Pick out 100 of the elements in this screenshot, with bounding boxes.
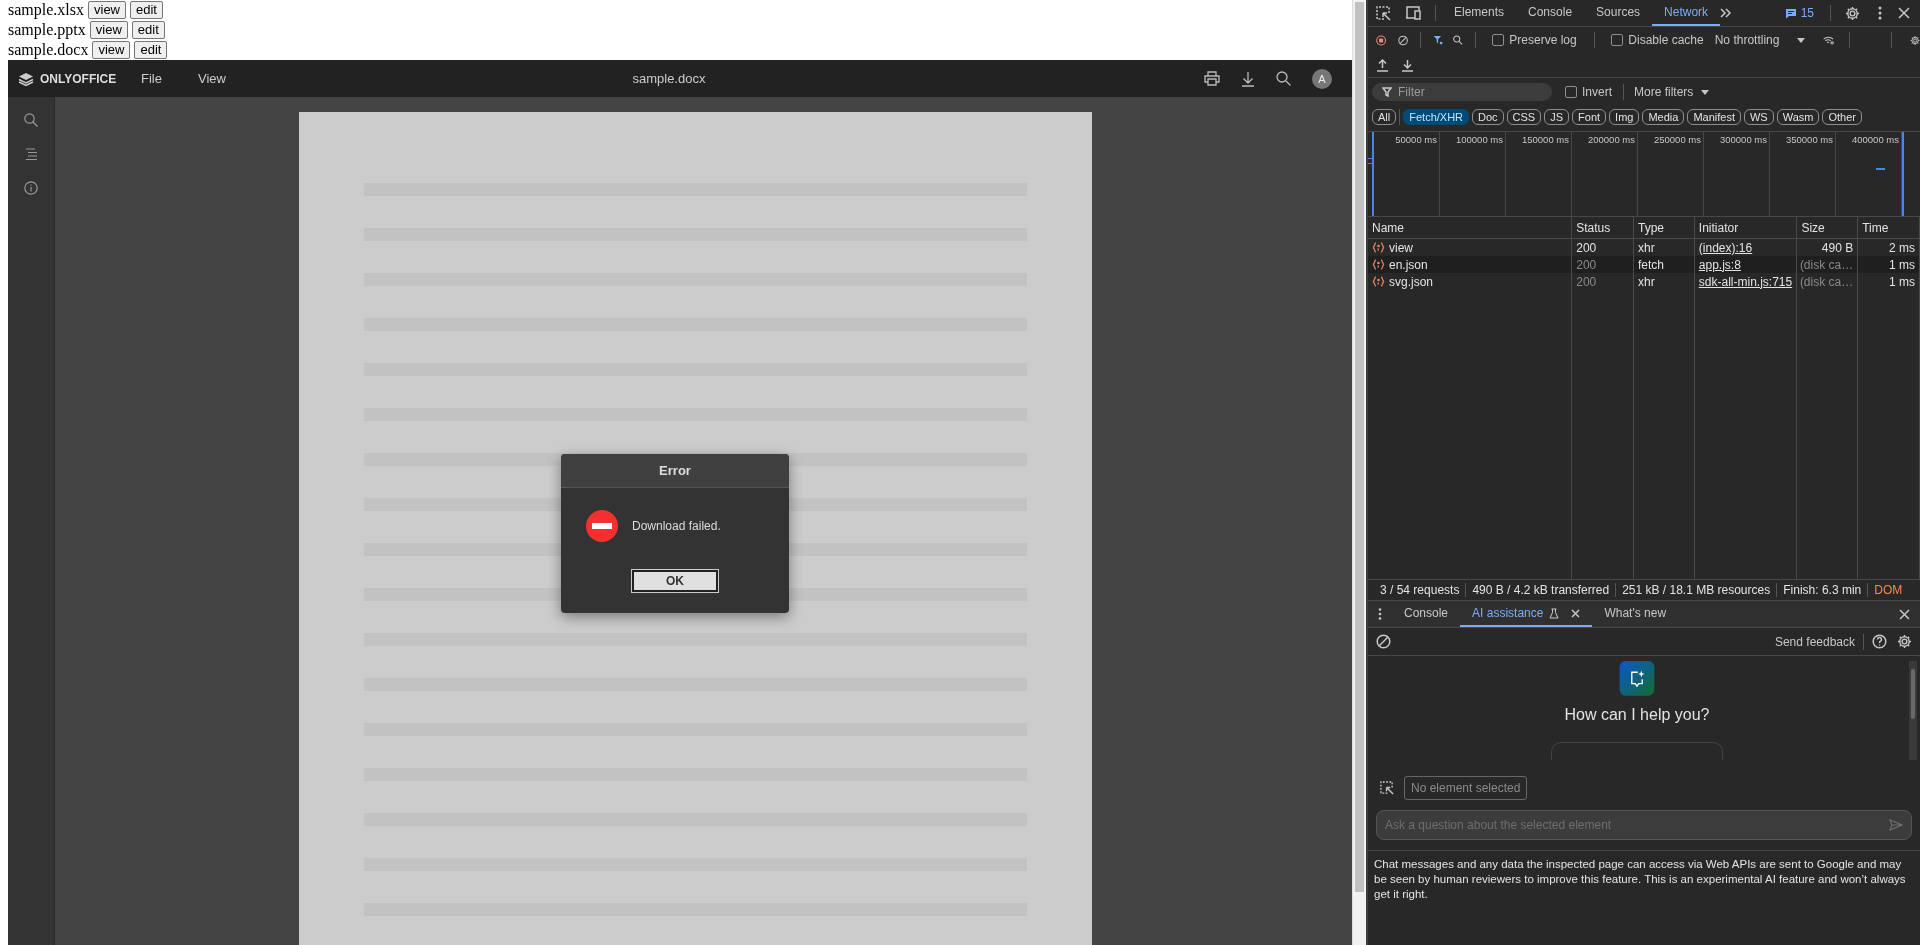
ok-button[interactable]: OK <box>632 570 718 592</box>
clear-icon[interactable] <box>1376 634 1391 649</box>
filter-funnel-icon[interactable] <box>1433 33 1444 47</box>
file-action-button[interactable]: view <box>88 1 126 19</box>
file-name: sample.xlsx <box>8 1 84 19</box>
ai-assistant-logo-icon <box>1617 661 1657 696</box>
timeline-tick-label: 350000 ms <box>1786 134 1833 145</box>
element-picker-icon[interactable] <box>1380 781 1394 795</box>
type-filter-chip[interactable]: Doc <box>1472 109 1504 125</box>
upload-icon[interactable] <box>1376 58 1389 72</box>
file-action-button[interactable]: edit <box>134 41 168 59</box>
size-cell: (disk ca… <box>1797 273 1859 290</box>
type-filter-chip[interactable]: Img <box>1609 109 1640 125</box>
search-icon[interactable] <box>1453 33 1463 47</box>
drawer-tab[interactable]: Console <box>1392 601 1461 627</box>
json-braces-icon <box>1372 276 1385 287</box>
download-icon[interactable] <box>1241 70 1255 87</box>
type-cell: xhr <box>1634 273 1695 290</box>
scrollbar[interactable] <box>1909 661 1917 760</box>
timeline-tick-label: 200000 ms <box>1588 134 1635 145</box>
file-name: sample.pptx <box>8 21 86 39</box>
checkbox[interactable] <box>1492 34 1505 46</box>
timeline-tick-label: 100000 ms <box>1456 134 1503 145</box>
checkbox-label[interactable]: Invert <box>1582 85 1612 99</box>
file-name: sample.docx <box>8 41 89 59</box>
timeline-tick-label: 300000 ms <box>1720 134 1767 145</box>
initiator-link[interactable]: sdk-all-min.js:715 <box>1698 274 1793 289</box>
drawer-tab[interactable]: AI assistance <box>1460 601 1593 627</box>
message-icon[interactable] <box>1784 7 1797 19</box>
dropdown-caret-icon <box>1797 37 1806 43</box>
kebab-menu-icon[interactable] <box>1378 608 1382 620</box>
json-braces-icon <box>1372 259 1385 270</box>
checkbox-label[interactable]: Disable cache <box>1628 33 1704 47</box>
close-icon[interactable] <box>1898 7 1910 19</box>
checkbox[interactable] <box>1611 34 1624 46</box>
settings-icon[interactable] <box>1845 5 1860 21</box>
type-filter-chip[interactable]: Manifest <box>1687 109 1741 125</box>
timeline-tick-label: 50000 ms <box>1395 134 1437 145</box>
time-cell: 1 ms <box>1858 273 1920 290</box>
dialog-message: Download failed. <box>632 519 721 533</box>
app-logo: ONLYOFFICE <box>40 71 117 86</box>
dialog-title: Error <box>659 463 691 478</box>
menu-item[interactable]: View <box>189 71 234 86</box>
more-tabs-chevron-icon[interactable] <box>1720 8 1733 18</box>
file-action-button[interactable]: view <box>92 41 131 59</box>
dropdown-caret-icon <box>1701 89 1710 95</box>
print-icon[interactable] <box>1204 71 1220 86</box>
error-icon <box>586 510 618 542</box>
search-icon[interactable] <box>1276 71 1291 86</box>
search-icon[interactable] <box>24 113 38 127</box>
type-filter-chip[interactable]: JS <box>1544 109 1570 125</box>
context-chip[interactable]: No element selected <box>1404 776 1528 800</box>
panel-tab[interactable]: Console <box>1516 0 1585 26</box>
menu-item[interactable]: File <box>133 71 170 86</box>
disclaimer-text: Chat messages and any data the inspected page can access via Web APIs are sent to Google and may be seen by human reviewers to improve this feature. This is an experimental AI feature and won’t always get it right. <box>1374 858 1906 900</box>
summary-text: 251 kB / 18.1 MB resources <box>1616 583 1778 597</box>
page-scrollbar[interactable] <box>1352 0 1366 945</box>
request-name[interactable]: en.json <box>1389 257 1428 272</box>
device-toolbar-icon[interactable] <box>1405 6 1421 20</box>
type-filter-chip[interactable]: Media <box>1642 109 1685 125</box>
checkbox-label[interactable]: Preserve log <box>1509 33 1577 47</box>
type-filter-chip[interactable]: Other <box>1822 109 1862 125</box>
headings-list-icon[interactable] <box>24 148 38 160</box>
kebab-menu-icon[interactable] <box>1878 6 1882 20</box>
request-name[interactable]: view <box>1389 240 1413 255</box>
flask-icon <box>1549 607 1560 619</box>
panel-tab[interactable]: Network <box>1652 0 1721 26</box>
download-icon[interactable] <box>1401 58 1414 72</box>
file-action-button[interactable]: edit <box>131 21 165 39</box>
file-action-button[interactable]: edit <box>130 1 163 19</box>
summary-text: 3 / 54 requests <box>1374 583 1467 597</box>
status-cell: 200 <box>1572 273 1634 290</box>
type-filter-chip[interactable]: WS <box>1743 109 1774 125</box>
type-filter-chip[interactable]: Fetch/XHR <box>1403 109 1470 125</box>
settings-icon[interactable] <box>1897 634 1912 649</box>
issues-count[interactable]: 15 <box>1800 6 1814 20</box>
initiator-link[interactable]: (index):16 <box>1698 240 1753 255</box>
type-filter-chip[interactable]: Font <box>1572 109 1607 125</box>
more-filters-dropdown[interactable]: More filters <box>1634 85 1710 99</box>
type-filter-chip[interactable]: Wasm <box>1776 109 1820 125</box>
panel-tab[interactable]: Sources <box>1584 0 1653 26</box>
send-feedback-link[interactable]: Send feedback <box>1774 634 1855 649</box>
request-name[interactable]: svg.json <box>1389 274 1434 289</box>
element-picker-icon[interactable] <box>1376 5 1391 21</box>
json-braces-icon <box>1372 242 1385 253</box>
info-icon[interactable] <box>24 181 38 195</box>
drawer-tab[interactable]: What's new <box>1592 601 1679 627</box>
checkbox[interactable] <box>1565 86 1577 98</box>
close-icon[interactable] <box>1899 608 1910 620</box>
throttling-dropdown[interactable]: No throttling <box>1714 33 1806 47</box>
type-filter-chip[interactable]: All <box>1372 109 1397 125</box>
help-icon[interactable] <box>1872 634 1887 649</box>
close-icon[interactable] <box>1571 608 1581 618</box>
type-filter-chip[interactable]: CSS <box>1506 109 1542 125</box>
user-avatar[interactable]: A <box>1312 68 1332 89</box>
timeline-tick-label: 150000 ms <box>1522 134 1569 145</box>
filter-field[interactable]: Filter <box>1372 83 1552 101</box>
panel-tab[interactable]: Elements <box>1442 0 1517 26</box>
file-action-button[interactable]: view <box>89 21 128 39</box>
initiator-link[interactable]: app.js:8 <box>1698 257 1741 272</box>
